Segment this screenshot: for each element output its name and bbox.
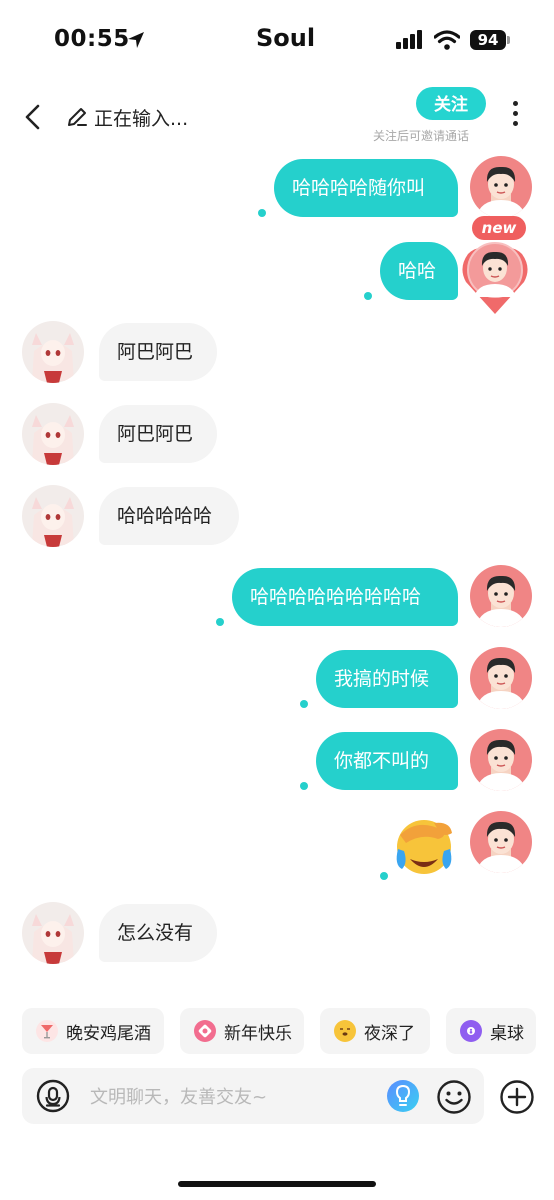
voice-input-icon[interactable] [36, 1079, 70, 1113]
contact-avatar[interactable] [22, 902, 84, 964]
sent-indicator-dot [364, 292, 372, 300]
home-indicator[interactable] [178, 1181, 376, 1187]
message-bubble-incoming[interactable]: 怎么没有 [99, 904, 217, 962]
quick-reply-late-night[interactable]: 夜深了 [320, 1008, 430, 1054]
quick-reply-new-year[interactable]: 新年快乐 [180, 1008, 304, 1054]
composer-bar [22, 1068, 484, 1126]
my-avatar[interactable] [470, 156, 532, 218]
battery-tip [507, 36, 510, 44]
quick-reply-cocktail[interactable]: 晚安鸡尾酒 [22, 1008, 164, 1054]
quick-reply-label: 新年快乐 [224, 1023, 292, 1044]
my-avatar[interactable] [470, 729, 532, 791]
sent-indicator-dot [380, 872, 388, 880]
my-avatar[interactable] [470, 811, 532, 873]
message-bubble-incoming[interactable]: 阿巴阿巴 [99, 323, 217, 381]
back-chevron-icon[interactable] [22, 104, 44, 130]
location-arrow-icon [128, 32, 144, 48]
cellular-signal-icon [396, 30, 422, 49]
contact-avatar[interactable] [22, 485, 84, 547]
message-bubble-outgoing[interactable]: 哈哈哈哈哈哈哈哈哈 [232, 568, 458, 626]
heart-frame-avatar[interactable] [460, 240, 530, 316]
quick-reply-billiards[interactable]: 桌球 [446, 1008, 536, 1054]
message-bubble-outgoing[interactable]: 你都不叫的 [316, 732, 458, 790]
my-avatar[interactable] [470, 647, 532, 709]
my-avatar[interactable] [470, 565, 532, 627]
emoji-picker-icon[interactable] [436, 1079, 472, 1115]
quick-reply-label: 晚安鸡尾酒 [66, 1023, 151, 1044]
new-badge: new [472, 216, 526, 240]
typing-status: 正在输入... [94, 108, 189, 130]
sent-indicator-dot [216, 618, 224, 626]
message-bubble-outgoing[interactable]: 我搞的时候 [316, 650, 458, 708]
contact-avatar[interactable] [22, 403, 84, 465]
follow-hint: 关注后可邀请通话 [373, 129, 470, 143]
new-year-icon [194, 1020, 216, 1042]
message-bubble-outgoing[interactable]: 哈哈哈哈随你叫 [274, 159, 458, 217]
follow-button[interactable]: 关注 [416, 87, 486, 120]
contact-avatar[interactable] [22, 321, 84, 383]
quick-reply-label: 夜深了 [364, 1023, 415, 1044]
wifi-icon [434, 30, 460, 50]
message-bubble-incoming[interactable]: 哈哈哈哈哈 [99, 487, 239, 545]
sent-indicator-dot [300, 700, 308, 708]
message-input[interactable] [88, 1068, 382, 1126]
add-attachment-icon[interactable] [499, 1079, 535, 1115]
sent-indicator-dot [258, 209, 266, 217]
pencil-icon [68, 108, 87, 126]
battery-level: 94 [470, 30, 506, 50]
quick-reply-label: 桌球 [490, 1023, 524, 1044]
sleepy-face-icon [334, 1020, 356, 1042]
message-bubble-outgoing[interactable]: 哈哈 [380, 242, 458, 300]
status-time: 00:55 [54, 26, 130, 52]
sent-indicator-dot [300, 782, 308, 790]
more-options-icon[interactable] [513, 101, 518, 131]
crying-emoji-icon[interactable] [388, 813, 458, 877]
app-brand: Soul [256, 24, 316, 52]
ai-assist-icon[interactable] [386, 1079, 420, 1113]
billiard-ball-icon [460, 1020, 482, 1042]
message-bubble-incoming[interactable]: 阿巴阿巴 [99, 405, 217, 463]
cocktail-icon [36, 1020, 58, 1042]
